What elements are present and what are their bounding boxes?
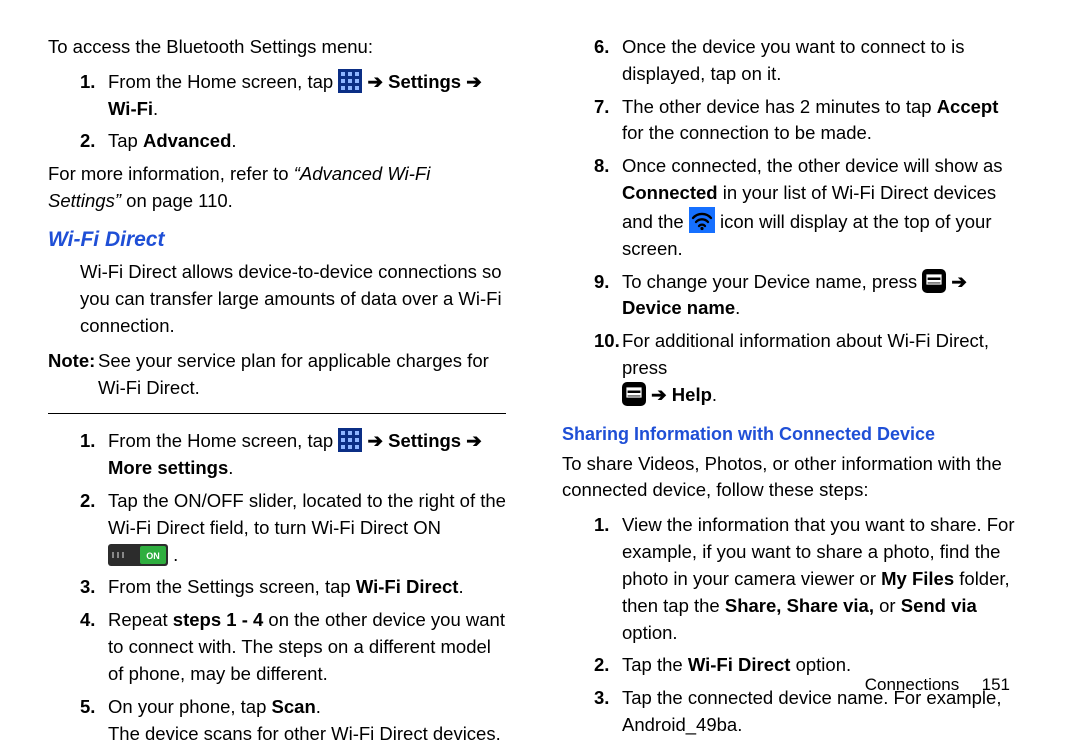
note-body: See your service plan for applicable cha…	[98, 348, 506, 402]
note: Note: See your service plan for applicab…	[48, 348, 506, 402]
more-info: For more information, refer to “Advanced…	[48, 161, 506, 215]
text: From the Home screen, tap	[108, 430, 338, 451]
connected-label: Connected	[622, 182, 718, 203]
left-column: To access the Bluetooth Settings menu: 1…	[48, 34, 506, 753]
step-num: 7.	[594, 94, 622, 148]
step-num: 4.	[80, 607, 108, 687]
step-num: 10.	[594, 328, 622, 408]
text: on page 110.	[126, 190, 233, 211]
menu-icon	[922, 269, 946, 293]
bt-step-2: Tap Advanced.	[108, 128, 506, 155]
steps-ref: steps 1 - 4	[173, 609, 264, 630]
text: The other device has 2 minutes to tap	[622, 96, 937, 117]
text: From the Home screen, tap	[108, 71, 338, 92]
apps-icon	[338, 428, 362, 452]
step-num: 1.	[80, 69, 108, 123]
step-num: 6.	[594, 34, 622, 88]
menu-icon	[622, 382, 646, 406]
step-num: 3.	[594, 685, 622, 739]
step-num: 1.	[80, 428, 108, 482]
settings-label: Settings	[383, 71, 466, 92]
step-num: 8.	[594, 153, 622, 262]
wifi-icon	[689, 207, 715, 233]
wf-step-4: Repeat steps 1 - 4 on the other device y…	[108, 607, 506, 687]
scan-label: Scan	[272, 696, 316, 717]
step-num: 2.	[80, 128, 108, 155]
on-switch-icon	[108, 544, 168, 566]
wf-step-6: Once the device you want to connect to i…	[622, 34, 1020, 88]
arrow-icon: ➔	[951, 271, 967, 292]
send-via-label: Send via	[901, 595, 977, 616]
right-column: 6. Once the device you want to connect t…	[562, 34, 1020, 753]
text: for the connection to be made.	[622, 122, 872, 143]
text: Tap the	[622, 654, 688, 675]
bt-intro: To access the Bluetooth Settings menu:	[48, 34, 506, 61]
text: option.	[622, 622, 678, 643]
wf-step-7: The other device has 2 minutes to tap Ac…	[622, 94, 1020, 148]
wifi-direct-label: Wi-Fi Direct	[356, 576, 459, 597]
heading-wifi-direct: Wi-Fi Direct	[48, 225, 506, 255]
apps-icon	[338, 69, 362, 93]
arrow-icon: ➔	[367, 71, 383, 92]
my-files-label: My Files	[881, 568, 954, 589]
text: Tap	[108, 130, 143, 151]
text: To change your Device name, press	[622, 271, 922, 292]
arrow-icon: ➔	[651, 384, 667, 405]
bt-step-1: From the Home screen, tap ➔ Settings ➔ W…	[108, 69, 506, 123]
share-intro: To share Videos, Photos, or other inform…	[562, 451, 1020, 505]
page-footer: Connections 151	[865, 673, 1010, 698]
wifi-direct-desc: Wi-Fi Direct allows device-to-device con…	[48, 259, 506, 339]
help-label: Help	[667, 384, 712, 405]
wf-step-1: From the Home screen, tap ➔ Settings ➔ M…	[108, 428, 506, 482]
step-num: 2.	[80, 488, 108, 568]
arrow-icon: ➔	[466, 71, 482, 92]
step-num: 9.	[594, 269, 622, 323]
wf-step-2: Tap the ON/OFF slider, located to the ri…	[108, 488, 506, 568]
text: For additional information about Wi-Fi D…	[622, 330, 989, 378]
wf-step-5: On your phone, tap Scan. The device scan…	[108, 694, 506, 748]
arrow-icon: ➔	[466, 430, 482, 451]
wf-step-3: From the Settings screen, tap Wi-Fi Dire…	[108, 574, 506, 601]
step-num: 3.	[80, 574, 108, 601]
wifi-label: Wi-Fi	[108, 98, 153, 119]
step-num: 1.	[594, 512, 622, 646]
heading-sharing-info: Sharing Information with Connected Devic…	[562, 421, 1020, 447]
step-num: 2.	[594, 652, 622, 679]
page-number: 151	[964, 673, 1010, 698]
section-name: Connections	[865, 675, 960, 694]
text: On your phone, tap	[108, 696, 272, 717]
text: or	[874, 595, 901, 616]
text: Repeat	[108, 609, 173, 630]
settings-label: Settings	[383, 430, 466, 451]
wifi-direct-label: Wi-Fi Direct	[688, 654, 791, 675]
accept-label: Accept	[937, 96, 999, 117]
step-num: 5.	[80, 694, 108, 748]
text: Once connected, the other device will sh…	[622, 155, 1003, 176]
wf-step-9: To change your Device name, press ➔ Devi…	[622, 269, 1020, 323]
text: From the Settings screen, tap	[108, 576, 356, 597]
note-label: Note:	[48, 348, 98, 402]
share-step-1: View the information that you want to sh…	[622, 512, 1020, 646]
more-settings-label: More settings	[108, 457, 228, 478]
wf-step-10: For additional information about Wi-Fi D…	[622, 328, 1020, 408]
device-name-label: Device name	[622, 297, 735, 318]
share-label: Share, Share via,	[725, 595, 874, 616]
wf-step-8: Once connected, the other device will sh…	[622, 153, 1020, 262]
advanced-label: Advanced	[143, 130, 231, 151]
text: Tap the ON/OFF slider, located to the ri…	[108, 490, 506, 538]
text: The device scans for other Wi-Fi Direct …	[108, 723, 501, 744]
arrow-icon: ➔	[367, 430, 383, 451]
text: option.	[790, 654, 851, 675]
text: For more information, refer to	[48, 163, 294, 184]
